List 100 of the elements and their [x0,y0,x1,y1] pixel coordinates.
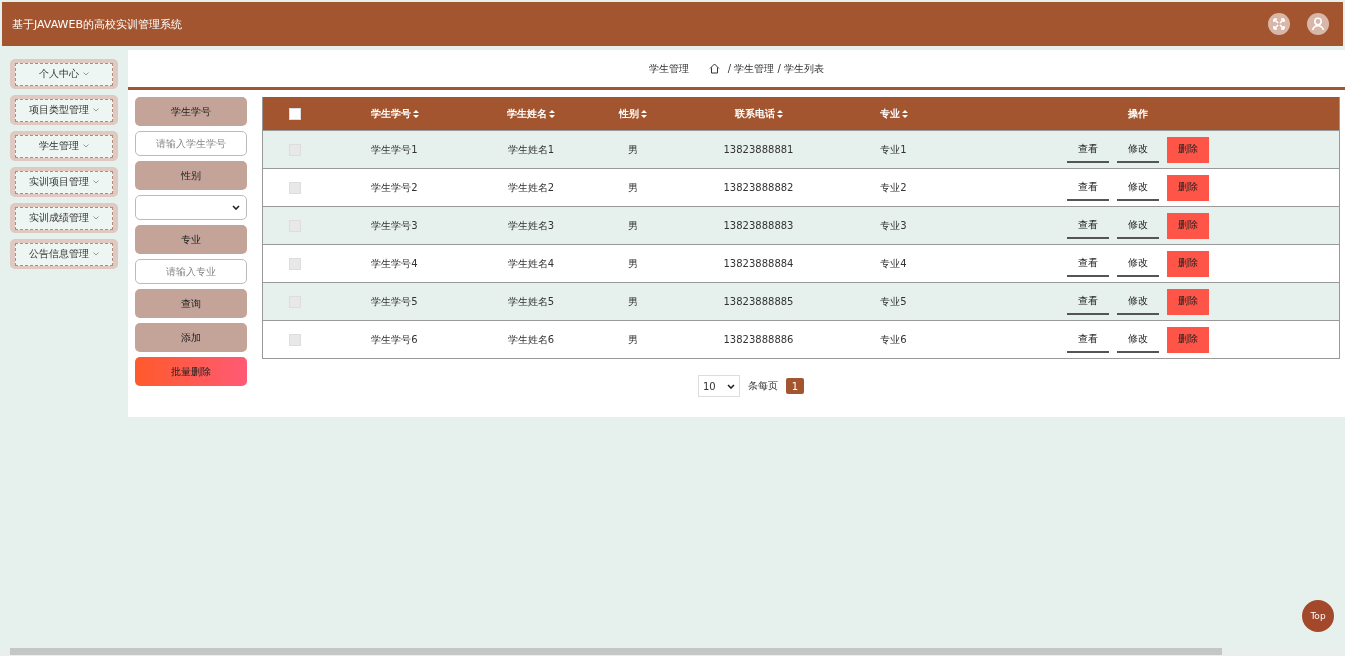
table-cell: 学生学号5 [371,294,418,309]
view-button[interactable]: 查看 [1066,212,1109,239]
sort-icon[interactable] [549,109,555,118]
table-cell: 专业3 [880,218,907,233]
table-cell: 学生姓名5 [507,294,555,309]
row-checkbox[interactable] [288,181,301,194]
page-button[interactable]: 1 [786,378,804,394]
breadcrumb[interactable]: / 学生管理 / 学生列表 [727,61,825,76]
table-cell: 男 [627,180,638,195]
table-cell: 13823888884 [723,258,794,269]
menu-item[interactable]: 项目类型管理 [10,95,118,125]
caret-icon [93,216,99,220]
column-header[interactable]: 专业 [879,106,900,121]
edit-button[interactable]: 修改 [1116,288,1159,315]
table-cell: 专业2 [880,180,907,195]
page-size-label: 条每页 [748,379,778,393]
view-button[interactable]: 查看 [1066,250,1109,277]
caret-icon [93,108,99,112]
user-icon[interactable] [1307,13,1329,35]
menu-label: 实训项目管理 [29,175,89,189]
filter-label: 专业 [135,225,247,254]
select-field[interactable] [135,195,247,220]
view-button[interactable]: 查看 [1066,288,1109,315]
edit-button[interactable]: 修改 [1116,174,1159,201]
chevron-down-icon [727,383,735,389]
table-cell: 专业6 [880,332,907,347]
input-field[interactable]: 请输入专业 [135,259,247,284]
menu-label: 学生管理 [39,139,79,153]
view-button[interactable]: 查看 [1066,326,1109,353]
table-cell: 男 [627,218,638,233]
filter-label: 性别 [135,161,247,190]
delete-button[interactable]: 删除 [1166,288,1209,315]
table-cell: 男 [627,142,638,157]
table-cell: 男 [627,294,638,309]
menu-label: 项目类型管理 [29,103,89,117]
row-checkbox[interactable] [288,333,301,346]
caret-icon [83,72,89,76]
sort-icon[interactable] [776,109,783,118]
delete-button[interactable]: 删除 [1166,326,1209,353]
sort-icon[interactable] [412,109,419,118]
table-cell: 13823888883 [723,220,794,231]
table-cell: 13823888882 [723,182,794,193]
edit-button[interactable]: 修改 [1116,326,1159,353]
table-cell: 专业5 [880,294,907,309]
column-header: 操作 [1127,106,1148,121]
bulk-delete-button[interactable]: 批量删除 [135,357,247,386]
column-header[interactable]: 学生学号 [370,106,411,121]
table-cell: 13823888881 [723,144,794,155]
filter-label: 学生学号 [135,97,247,126]
table-cell: 专业4 [880,256,907,271]
table-cell: 学生姓名1 [507,142,555,157]
view-button[interactable]: 查看 [1066,136,1109,163]
table-cell: 学生姓名3 [507,218,555,233]
menu-label: 实训成绩管理 [29,211,89,225]
fullscreen-icon[interactable] [1268,13,1290,35]
table-cell: 学生姓名4 [507,256,555,271]
column-header[interactable]: 学生姓名 [507,106,547,121]
input-field[interactable]: 请输入学生学号 [135,131,247,156]
table-cell: 学生姓名6 [507,332,555,347]
table-cell: 学生学号3 [371,218,418,233]
caret-icon [83,144,89,148]
table-cell: 学生学号6 [371,332,418,347]
table-cell: 13823888885 [723,296,794,307]
delete-button[interactable]: 删除 [1166,250,1209,277]
action-button[interactable]: 查询 [135,289,247,318]
column-header[interactable]: 性别 [618,106,639,121]
chevron-down-icon [232,205,240,210]
menu-item[interactable]: 学生管理 [10,131,118,161]
select-all-checkbox[interactable] [288,107,301,120]
row-checkbox[interactable] [288,257,301,270]
table-cell: 学生学号2 [371,180,418,195]
caret-icon [93,252,99,256]
page-title: 学生管理 [648,61,689,76]
table-cell: 学生学号1 [371,142,418,157]
menu-item[interactable]: 实训成绩管理 [10,203,118,233]
menu-item[interactable]: 实训项目管理 [10,167,118,197]
table-cell: 男 [627,332,638,347]
edit-button[interactable]: 修改 [1116,212,1159,239]
back-to-top-button[interactable]: Top [1302,600,1334,632]
sort-icon[interactable] [901,109,908,118]
table-cell: 专业1 [880,142,907,157]
edit-button[interactable]: 修改 [1116,136,1159,163]
delete-button[interactable]: 删除 [1166,212,1209,239]
delete-button[interactable]: 删除 [1166,174,1209,201]
home-icon[interactable] [708,63,720,74]
menu-item[interactable]: 公告信息管理 [10,239,118,269]
table-cell: 男 [627,256,638,271]
sort-icon[interactable] [640,109,647,118]
edit-button[interactable]: 修改 [1116,250,1159,277]
action-button[interactable]: 添加 [135,323,247,352]
delete-button[interactable]: 删除 [1166,136,1209,163]
menu-label: 个人中心 [39,67,79,81]
table-cell: 13823888886 [723,334,794,345]
caret-icon [93,180,99,184]
view-button[interactable]: 查看 [1066,174,1109,201]
menu-item[interactable]: 个人中心 [10,59,118,89]
app-title: 基于JAVAWEB的高校实训管理系统 [12,16,182,32]
page-size-select[interactable]: 10 [698,375,740,397]
column-header[interactable]: 联系电话 [734,106,775,121]
table-cell: 学生姓名2 [507,180,555,195]
